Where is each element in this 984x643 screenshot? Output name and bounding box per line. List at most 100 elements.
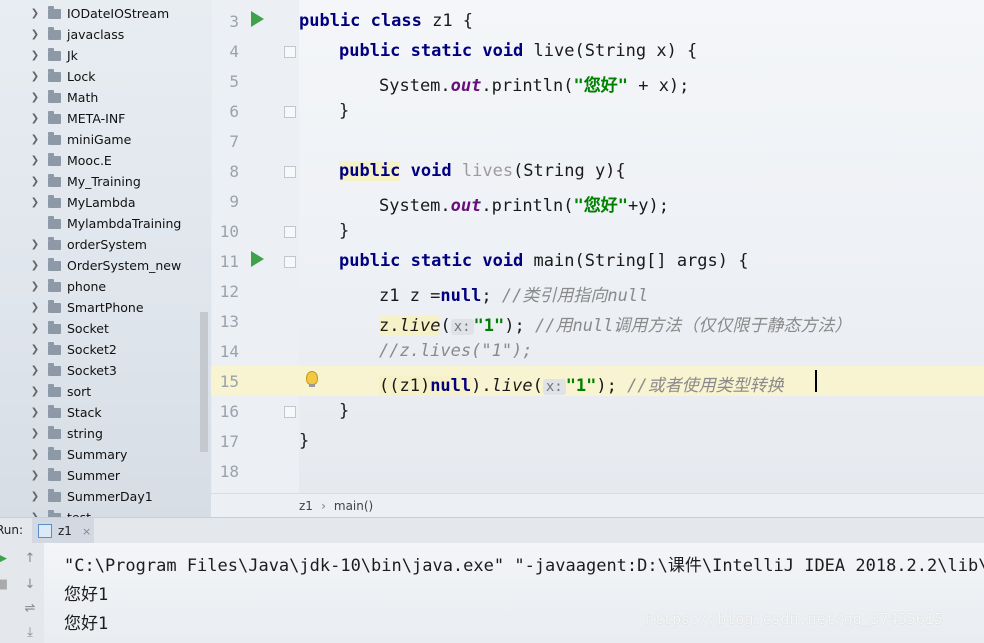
chevron-right-icon[interactable]: ❯ — [28, 197, 42, 208]
tree-item[interactable]: ❯ miniGame — [0, 129, 200, 150]
code-line-10: } — [339, 221, 350, 241]
tree-item-label: phone — [67, 279, 107, 294]
code-line-12: z1 z =null; //类引用指向null — [379, 286, 649, 306]
tree-item[interactable]: ❯ phone — [0, 276, 200, 297]
chevron-right-icon[interactable]: ❯ — [28, 176, 42, 187]
line-number: 9 — [229, 192, 239, 211]
chevron-right-icon[interactable]: ❯ — [28, 344, 42, 355]
tree-item[interactable]: ❯ META-INF — [0, 108, 200, 129]
breadcrumb-class[interactable]: z1 — [299, 499, 313, 513]
chevron-right-icon[interactable]: ❯ — [28, 71, 42, 82]
arrow-up-icon[interactable]: ↑ — [22, 551, 38, 567]
tree-item-label: Socket3 — [67, 363, 117, 378]
folder-icon — [48, 131, 61, 145]
text-caret — [815, 370, 817, 392]
chevron-right-icon[interactable]: ❯ — [28, 134, 42, 145]
chevron-right-icon[interactable]: ❯ — [28, 29, 42, 40]
scroll-to-end-icon[interactable]: ⤓ — [22, 625, 38, 641]
tree-item[interactable]: ❯ orderSystem — [0, 234, 200, 255]
tree-item-label: SmartPhone — [67, 300, 144, 315]
tree-item[interactable]: ❯ MyLambda — [0, 192, 200, 213]
tree-item[interactable]: ❯ sort — [0, 381, 200, 402]
run-tab-z1[interactable]: z1 × — [32, 518, 94, 544]
folder-icon — [48, 257, 61, 271]
folder-icon — [48, 194, 61, 208]
chevron-right-icon[interactable]: ❯ — [28, 92, 42, 103]
fold-marker-icon[interactable] — [284, 406, 296, 418]
chevron-right-icon[interactable]: ❯ — [28, 113, 42, 124]
run-label: Run: — [0, 523, 24, 537]
chevron-right-icon[interactable]: ❯ — [28, 155, 42, 166]
fold-marker-icon[interactable] — [284, 226, 296, 238]
chevron-right-icon[interactable]: ❯ — [28, 302, 42, 313]
tree-item[interactable]: MylambdaTraining — [0, 213, 200, 234]
run-class-icon[interactable] — [251, 11, 264, 27]
tree-item[interactable]: ❯ Socket3 — [0, 360, 200, 381]
arrow-down-icon[interactable]: ↓ — [22, 577, 38, 593]
chevron-right-icon[interactable]: ❯ — [28, 239, 42, 250]
tree-item[interactable]: ❯ string — [0, 423, 200, 444]
run-tab-label: z1 — [58, 524, 72, 538]
folder-icon — [48, 320, 61, 334]
chevron-right-icon[interactable]: ❯ — [28, 470, 42, 481]
tree-item[interactable]: ❯ javaclass — [0, 24, 200, 45]
tree-item-label: Socket — [67, 321, 109, 336]
run-toolbar: ▶ ↑ ■ ↓ ⇌ ⤓ — [0, 543, 45, 643]
tree-item-label: My_Training — [67, 174, 141, 189]
chevron-right-icon[interactable]: ❯ — [28, 491, 42, 502]
tree-item[interactable]: ❯ Socket2 — [0, 339, 200, 360]
line-number: 12 — [219, 282, 239, 301]
tree-item[interactable]: ❯ Mooc.E — [0, 150, 200, 171]
chevron-right-icon[interactable]: ❯ — [28, 8, 42, 19]
chevron-right-icon[interactable]: ❯ — [28, 281, 42, 292]
tree-item[interactable]: ❯ My_Training — [0, 171, 200, 192]
tree-item[interactable]: ❯ Stack — [0, 402, 200, 423]
tree-item[interactable]: ❯ SmartPhone — [0, 297, 200, 318]
fold-marker-icon[interactable] — [284, 106, 296, 118]
folder-icon — [48, 110, 61, 124]
code-line-11: public static void main(String[] args) { — [339, 251, 749, 271]
tree-item[interactable]: ❯ Socket — [0, 318, 200, 339]
tree-item[interactable]: ❯ Lock — [0, 66, 200, 87]
run-main-icon[interactable] — [251, 251, 264, 267]
chevron-right-icon[interactable]: ❯ — [28, 323, 42, 334]
tree-item[interactable]: ❯ SummerDay1 — [0, 486, 200, 507]
console-output[interactable]: "C:\Program Files\Java\jdk-10\bin\java.e… — [44, 543, 984, 643]
rerun-icon[interactable]: ▶ — [0, 551, 10, 567]
tree-item-label: Math — [67, 90, 99, 105]
line-number: 14 — [219, 342, 239, 361]
tree-scrollbar[interactable] — [200, 312, 208, 452]
tree-item[interactable]: ❯ Jk — [0, 45, 200, 66]
tree-item-label: META-INF — [67, 111, 126, 126]
fold-marker-icon[interactable] — [284, 166, 296, 178]
tree-item[interactable]: ❯ Summer — [0, 465, 200, 486]
folder-icon — [48, 383, 61, 397]
chevron-right-icon[interactable]: ❯ — [28, 428, 42, 439]
chevron-right-icon[interactable]: ❯ — [28, 50, 42, 61]
breadcrumb-method[interactable]: main() — [334, 499, 373, 513]
tree-item-label: string — [67, 426, 103, 441]
tree-item[interactable]: ❯test — [0, 507, 200, 517]
stop-icon[interactable]: ■ — [0, 577, 10, 593]
fold-marker-icon[interactable] — [284, 256, 296, 268]
fold-marker-icon[interactable] — [284, 46, 296, 58]
close-icon[interactable]: × — [82, 525, 91, 538]
tree-item[interactable]: ❯ OrderSystem_new — [0, 255, 200, 276]
chevron-right-icon[interactable]: ❯ — [28, 365, 42, 376]
tree-item-label: IODateIOStream — [67, 6, 170, 21]
chevron-right-icon[interactable]: ❯ — [28, 449, 42, 460]
run-tool-window-header: Run: z1 × — [0, 517, 984, 545]
chevron-right-icon[interactable]: ❯ — [28, 260, 42, 271]
lightbulb-icon[interactable] — [306, 371, 318, 387]
tree-item[interactable]: ❯ IODateIOStream — [0, 3, 200, 24]
tree-item-label: Stack — [67, 405, 102, 420]
code-line-14: //z.lives("1"); — [379, 341, 533, 361]
line-number: 16 — [219, 402, 239, 421]
soft-wrap-icon[interactable]: ⇌ — [22, 601, 38, 617]
tree-item[interactable]: ❯ Math — [0, 87, 200, 108]
chevron-right-icon[interactable]: ❯ — [28, 407, 42, 418]
code-line-8: public void lives(String y){ — [339, 161, 626, 181]
tree-item[interactable]: ❯ Summary — [0, 444, 200, 465]
code-line-4: public static void live(String x) { — [339, 41, 698, 61]
chevron-right-icon[interactable]: ❯ — [28, 386, 42, 397]
